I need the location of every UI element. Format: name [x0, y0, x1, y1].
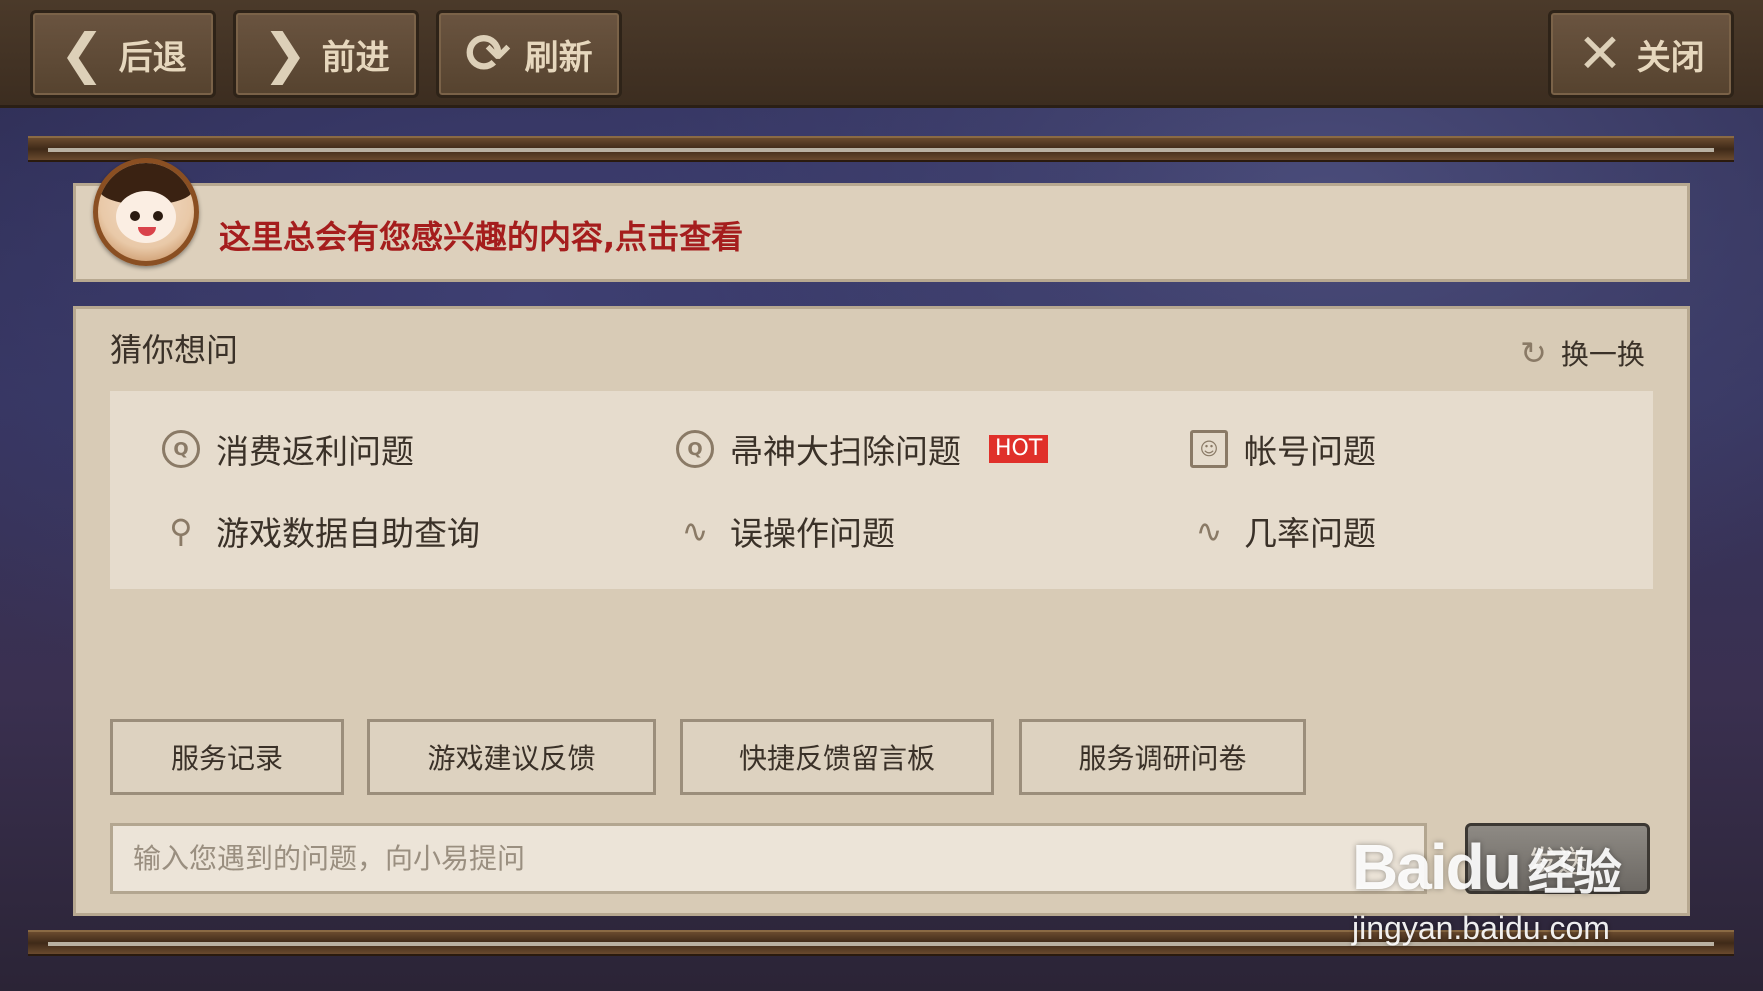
service-survey-button[interactable]: 服务调研问卷	[1019, 719, 1306, 795]
quick-feedback-board-button[interactable]: 快捷反馈留言板	[680, 719, 994, 795]
refresh-icon: ⟳	[465, 22, 511, 85]
refresh-cycle-icon: ↻	[1520, 334, 1547, 372]
baidu-watermark: Baidu 经验 jingyan.baidu.com	[1352, 800, 1672, 960]
question-label: 几率问题	[1244, 514, 1376, 553]
game-feedback-button[interactable]: 游戏建议反馈	[367, 719, 656, 795]
suggested-questions	[110, 391, 1653, 589]
chevron-right-icon: ❯	[262, 22, 308, 85]
refresh-label: 刷新	[524, 37, 593, 78]
close-label: 关闭	[1636, 37, 1705, 78]
close-icon: ✕	[1577, 22, 1623, 85]
question-label: 帚神大扫除问题	[730, 432, 961, 471]
chevron-left-icon: ❮	[59, 22, 105, 85]
back-button[interactable]: ❮ 后退	[30, 10, 216, 98]
question-label: 消费返利问题	[216, 432, 414, 471]
swap-button[interactable]: ↻ 换一换	[1520, 333, 1645, 373]
question-label: 误操作问题	[730, 514, 895, 553]
account-icon: ☺	[1190, 430, 1228, 468]
question-label: 游戏数据自助查询	[216, 514, 480, 553]
question-item[interactable]: ∿ 几率问题	[1190, 505, 1376, 557]
question-circle-icon: Q	[162, 430, 200, 468]
question-label: 帐号问题	[1244, 432, 1376, 471]
refresh-button[interactable]: ⟳ 刷新	[436, 10, 622, 98]
question-item[interactable]: Q 帚神大扫除问题 HOT	[676, 423, 1049, 475]
question-item[interactable]: ∿ 误操作问题	[676, 505, 895, 557]
pulse-icon: ∿	[1195, 512, 1223, 550]
hot-badge: HOT	[989, 434, 1049, 464]
back-label: 后退	[118, 37, 187, 78]
frame-rail-top	[28, 136, 1734, 162]
forward-label: 前进	[321, 37, 390, 78]
swap-label: 换一换	[1560, 338, 1645, 371]
watermark-url: jingyan.baidu.com	[1352, 910, 1610, 946]
notice-bar[interactable]: 这里总会有您感兴趣的内容,点击查看	[73, 183, 1690, 282]
ask-input[interactable]	[110, 823, 1427, 894]
pulse-icon: ∿	[681, 512, 709, 550]
service-record-button[interactable]: 服务记录	[110, 719, 344, 795]
search-icon: ⚲	[169, 512, 193, 550]
question-circle-icon: Q	[676, 430, 714, 468]
assistant-avatar	[93, 158, 199, 266]
question-item[interactable]: Q 消费返利问题	[162, 423, 414, 475]
question-item[interactable]: ☺ 帐号问题	[1190, 423, 1376, 475]
guess-title: 猜你想问	[110, 331, 239, 369]
top-toolbar: ❮ 后退 ❯ 前进 ⟳ 刷新 ✕ 关闭	[0, 0, 1763, 108]
forward-button[interactable]: ❯ 前进	[233, 10, 419, 98]
notice-text[interactable]: 这里总会有您感兴趣的内容,点击查看	[219, 212, 743, 258]
question-item[interactable]: ⚲ 游戏数据自助查询	[162, 505, 480, 557]
watermark-logo: Baidu 经验	[1352, 831, 1622, 903]
close-button[interactable]: ✕ 关闭	[1548, 10, 1734, 98]
